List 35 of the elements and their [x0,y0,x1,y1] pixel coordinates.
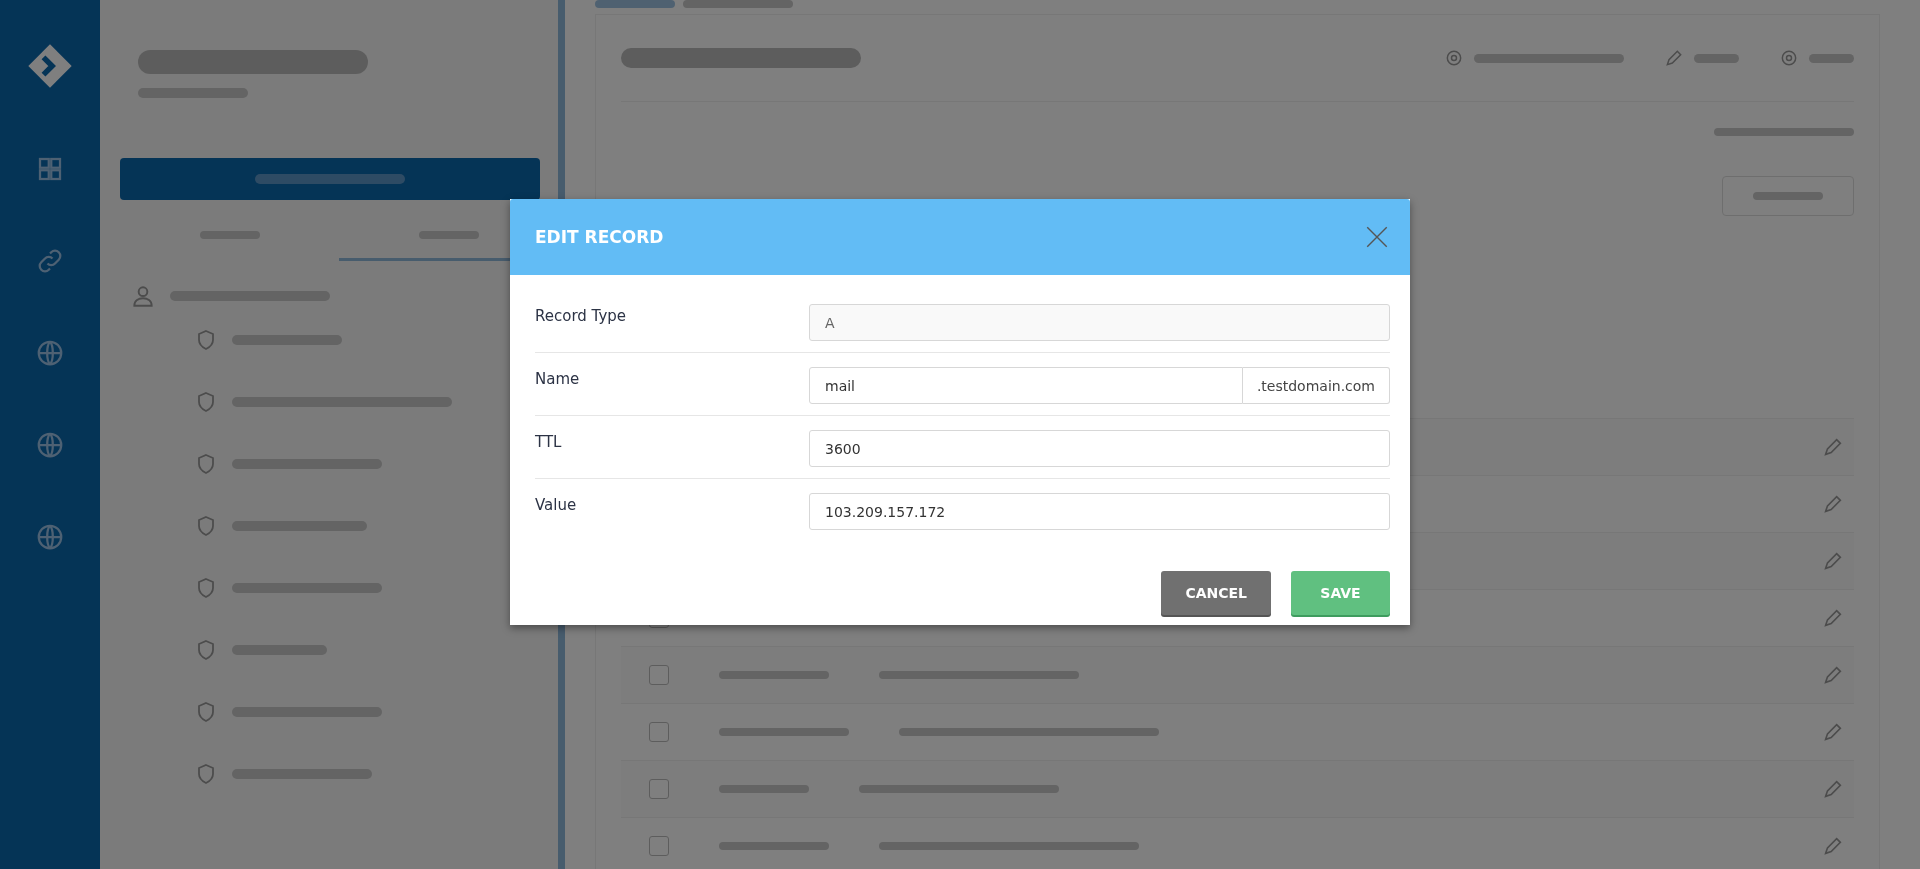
field-label: TTL [535,432,563,453]
globe-icon[interactable] [35,338,65,368]
globe-icon[interactable] [35,522,65,552]
input-field[interactable]: mail [809,367,1243,404]
row-checkbox[interactable] [649,665,669,685]
input-field[interactable]: 3600 [809,430,1390,467]
columns-button[interactable] [1722,176,1854,216]
row-checkbox[interactable] [649,779,669,799]
pencil-icon[interactable] [1822,721,1844,743]
field-label: Name [535,369,581,390]
blurred-text [1694,53,1739,63]
row-checkbox[interactable] [649,722,669,742]
row-checkbox[interactable] [649,836,669,856]
pencil-icon[interactable] [1822,835,1844,857]
readonly-field: A [809,304,1390,341]
search-button[interactable] [120,158,540,200]
close-button[interactable] [1364,224,1390,250]
blurred-text [1809,53,1854,63]
cancel-button[interactable]: CANCEL [1161,571,1271,615]
user-icon [130,283,156,309]
globe-icon[interactable] [35,430,65,460]
close-icon [1364,224,1390,250]
input-field[interactable]: 103.209.157.172 [809,493,1390,530]
pencil-icon[interactable] [1822,493,1844,515]
field-label: Value [535,495,578,516]
domain-suffix: .testdomain.com [1242,367,1390,404]
blurred-text [1753,192,1823,200]
pencil-icon[interactable] [1822,550,1844,572]
pencil-icon[interactable] [1822,436,1844,458]
modal-title: EDIT RECORD [535,227,664,247]
pencil-icon[interactable] [1822,607,1844,629]
pencil-icon[interactable] [1822,664,1844,686]
pencil-icon [1664,48,1684,68]
field-label: Record Type [535,306,628,327]
pencil-icon[interactable] [1822,778,1844,800]
